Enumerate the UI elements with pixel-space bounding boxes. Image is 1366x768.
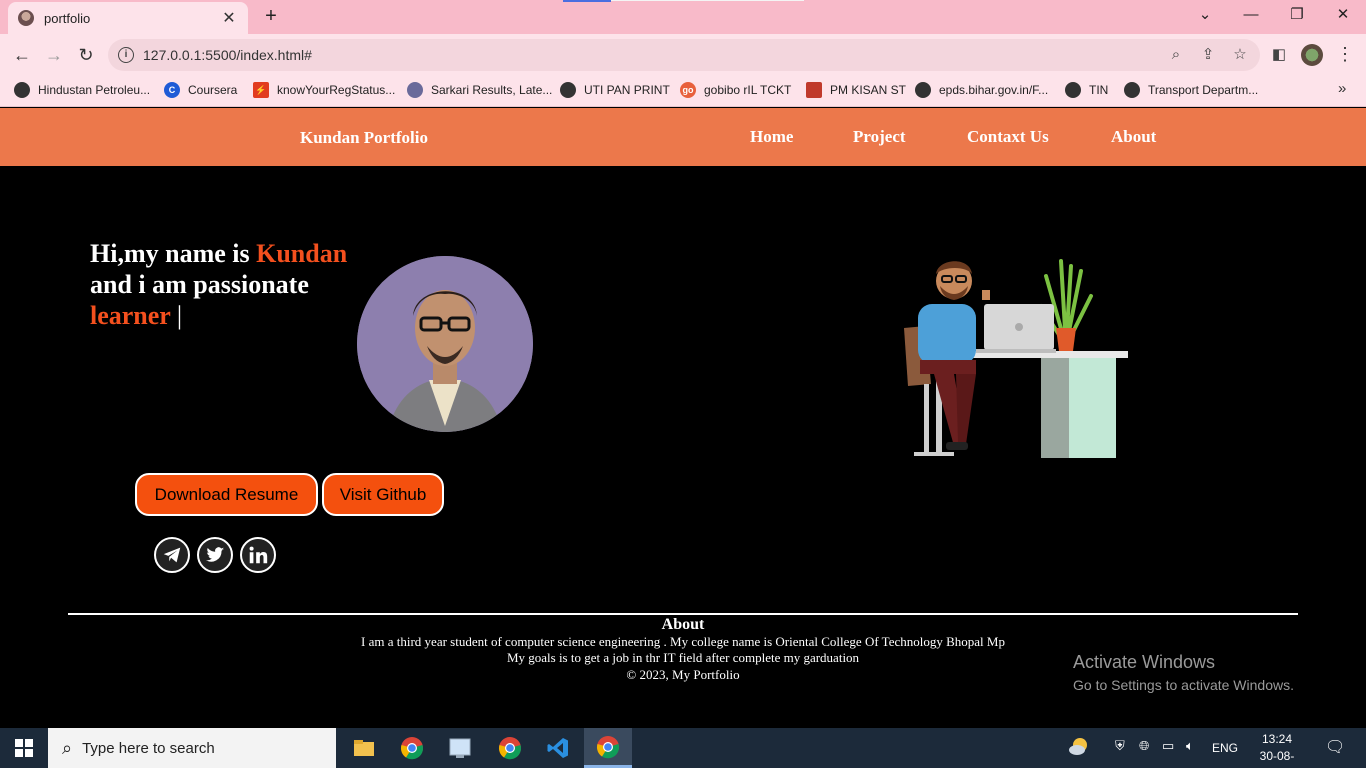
browser-menu-icon[interactable]: ⋮ (1336, 44, 1354, 65)
coursera-icon: C (164, 82, 180, 98)
chrome-taskbar-icon[interactable] (388, 728, 436, 768)
bookmark-item[interactable]: UTI PAN PRINT (560, 81, 670, 99)
nav-link-project[interactable]: Project (853, 127, 906, 147)
minimize-button[interactable]: — (1231, 3, 1271, 27)
linkedin-icon[interactable] (240, 537, 276, 573)
taskbar-search-placeholder: Type here to search (82, 739, 215, 757)
hero-heading: Hi,my name is Kundan and i am passionate… (90, 238, 380, 331)
visit-github-button[interactable]: Visit Github (322, 473, 444, 516)
bookmark-item[interactable]: epds.bihar.gov.in/F... (915, 81, 1048, 99)
restore-button[interactable]: ❐ (1277, 3, 1317, 27)
security-shield-icon[interactable]: ⛨ (1115, 738, 1125, 754)
bookmark-item[interactable]: ⚡ knowYourRegStatus... (253, 81, 395, 99)
bookmark-label: epds.bihar.gov.in/F... (939, 83, 1049, 97)
hero-typed-word: learner (90, 301, 171, 330)
globe-icon (1124, 82, 1140, 98)
footer-about-title: About (661, 616, 705, 633)
tab-title: portfolio (44, 10, 91, 26)
bookmark-item[interactable]: Hindustan Petroleu... (14, 81, 150, 99)
footer-about-line1: I am a third year student of computer sc… (361, 634, 1005, 649)
lightning-icon: ⚡ (253, 82, 269, 98)
chrome-profile-taskbar-icon[interactable] (486, 728, 534, 768)
nav-link-about[interactable]: About (1111, 127, 1156, 147)
hero-name: Kundan (256, 239, 348, 268)
share-icon[interactable]: ⇪ (1198, 45, 1218, 65)
clock-time: 13:24 (1261, 732, 1293, 746)
back-arrow-icon[interactable]: ← (9, 42, 35, 68)
site-brand[interactable]: Kundan Portfolio (300, 128, 428, 148)
bookmark-label: gobibo rIL TCKT (704, 83, 792, 97)
taskbar-search-box[interactable]: ⌕ Type here to search (48, 728, 336, 768)
bookmarks-overflow-icon[interactable]: » (1338, 80, 1346, 97)
bookmark-label: knowYourRegStatus... (277, 83, 396, 97)
tab-strip-indicator-2 (611, 0, 804, 1)
browser-tab-portfolio[interactable]: portfolio ✕ (8, 2, 248, 34)
clock-date: 30-08-2023 (1259, 749, 1295, 768)
taskbar-clock[interactable]: 13:24 30-08-2023 (1252, 731, 1302, 768)
bookmark-label: Coursera (188, 83, 238, 97)
windows-logo-icon (15, 739, 33, 757)
bookmark-item[interactable]: C Coursera (164, 81, 237, 99)
photos-taskbar-icon[interactable] (436, 728, 484, 768)
forward-arrow-icon[interactable]: → (41, 42, 67, 68)
hero-line2: and i am passionate (90, 270, 309, 299)
bookmark-item[interactable]: PM KISAN ST (806, 81, 906, 99)
bookmark-label: UTI PAN PRINT (584, 83, 670, 97)
bookmark-label: Sarkari Results, Late... (431, 83, 553, 97)
emblem-icon (806, 82, 822, 98)
chrome-active-taskbar-icon[interactable] (584, 728, 632, 768)
bookmark-label: TIN (1089, 83, 1109, 97)
download-resume-button[interactable]: Download Resume (135, 473, 318, 516)
close-window-button[interactable]: ✕ (1323, 3, 1363, 27)
windows-start-button[interactable] (0, 728, 48, 768)
tab-search-chevron-icon[interactable]: ⌄ (1185, 3, 1225, 27)
globe-icon (14, 82, 30, 98)
tab-strip-indicator (563, 0, 611, 2)
hero-greeting: Hi,my name is (90, 239, 257, 268)
volume-icon[interactable]: 🔈︎ (1186, 738, 1194, 754)
bookmark-item[interactable]: Transport Departm... (1124, 81, 1258, 99)
new-tab-button[interactable]: + (260, 5, 282, 27)
zoom-search-icon[interactable]: ⌕ (1166, 45, 1186, 65)
bookmark-label: Transport Departm... (1148, 83, 1259, 97)
tab-favicon-icon (18, 10, 34, 26)
site-info-icon[interactable]: i (118, 47, 134, 63)
profile-avatar[interactable] (1301, 44, 1323, 66)
globe-icon (1065, 82, 1081, 98)
notification-icon[interactable]: 🗨︎ (1325, 737, 1345, 757)
address-bar-url[interactable]: 127.0.0.1:5500/index.html# (143, 47, 312, 63)
goibibo-icon: go (680, 82, 696, 98)
nav-link-contact[interactable]: Contaxt Us (967, 127, 1049, 147)
bookmark-item[interactable]: go gobibo rIL TCKT (680, 81, 791, 99)
side-panel-icon[interactable]: ◧ (1269, 45, 1289, 65)
bookmark-star-icon[interactable]: ☆ (1230, 45, 1250, 65)
vscode-taskbar-icon[interactable] (534, 728, 582, 768)
activate-windows-subtitle: Go to Settings to activate Windows. (1073, 677, 1294, 693)
typing-cursor: | (176, 301, 183, 330)
sarkari-icon (407, 82, 423, 98)
globe-icon (560, 82, 576, 98)
language-indicator[interactable]: ENG (1212, 741, 1238, 755)
bookmark-item[interactable]: TIN (1065, 81, 1108, 99)
profile-photo (357, 256, 533, 432)
network-globe-icon[interactable]: 🌐︎ (1139, 738, 1149, 754)
site-navbar (0, 108, 1366, 166)
search-icon: ⌕ (62, 737, 73, 758)
reload-icon[interactable]: ↻ (73, 42, 99, 68)
telegram-icon[interactable] (154, 537, 190, 573)
twitter-icon[interactable] (197, 537, 233, 573)
activate-windows-title: Activate Windows (1073, 652, 1216, 672)
file-explorer-taskbar-icon[interactable] (340, 728, 388, 768)
weather-icon[interactable] (1068, 735, 1090, 760)
nav-link-home[interactable]: Home (750, 127, 793, 147)
battery-icon[interactable]: ▭ (1162, 738, 1174, 754)
bookmark-label: PM KISAN ST (830, 83, 907, 97)
developer-illustration (896, 256, 1132, 466)
tab-close-icon[interactable]: ✕ (220, 8, 238, 28)
bookmark-item[interactable]: Sarkari Results, Late... (407, 81, 552, 99)
globe-icon (915, 82, 931, 98)
bookmark-label: Hindustan Petroleu... (38, 83, 151, 97)
footer-divider (68, 613, 1298, 615)
